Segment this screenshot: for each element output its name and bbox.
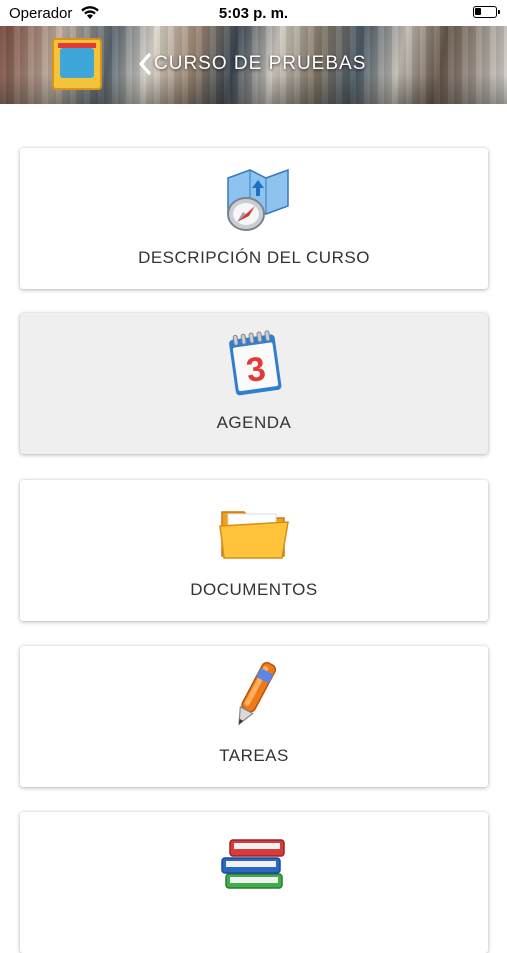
status-bar: Operador 5:03 p. m. bbox=[0, 0, 507, 26]
header-banner: CURSO DE PRUEBAS bbox=[0, 26, 507, 104]
menu-item-label: DESCRIPCIÓN DEL CURSO bbox=[138, 248, 370, 267]
compass-map-icon bbox=[214, 158, 294, 238]
menu-item-agenda[interactable]: 3 AGENDA bbox=[20, 313, 488, 454]
chevron-left-icon[interactable] bbox=[138, 53, 152, 80]
menu-item-books[interactable] bbox=[20, 812, 488, 953]
menu-item-label: TAREAS bbox=[219, 746, 289, 765]
menu-item-label: DOCUMENTOS bbox=[190, 580, 318, 599]
calendar-icon: 3 bbox=[214, 323, 294, 403]
pencil-icon bbox=[214, 656, 294, 736]
folder-icon bbox=[214, 490, 294, 570]
books-icon bbox=[214, 822, 294, 902]
clock: 5:03 p. m. bbox=[218, 5, 289, 22]
battery-icon bbox=[473, 6, 500, 18]
school-logo bbox=[52, 38, 102, 90]
menu-item-descripcion[interactable]: DESCRIPCIÓN DEL CURSO bbox=[20, 148, 488, 289]
menu-item-label: AGENDA bbox=[216, 413, 292, 432]
menu-item-documentos[interactable]: DOCUMENTOS bbox=[20, 480, 488, 621]
menu-item-tareas[interactable]: TAREAS bbox=[20, 646, 488, 787]
page-title[interactable]: CURSO DE PRUEBAS bbox=[154, 53, 366, 75]
